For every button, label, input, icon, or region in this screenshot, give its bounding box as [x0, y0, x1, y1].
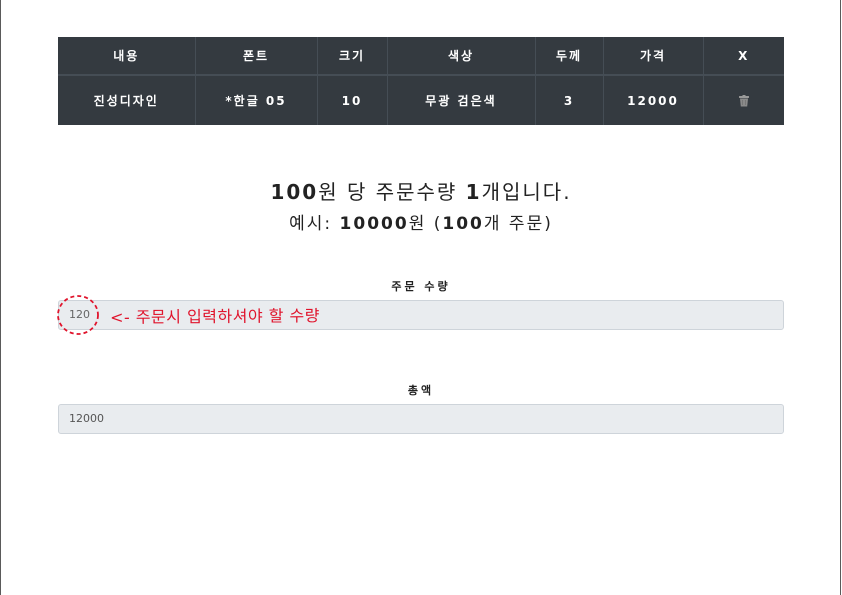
trash-icon[interactable] — [738, 95, 749, 107]
table-header-row: 내용 폰트 크기 색상 두께 가격 X — [58, 37, 784, 76]
annotation-note: <- 주문시 입력하셔야 할 수량 — [109, 306, 321, 327]
pricing-example-line: 예시: 10000원 (100개 주문) — [289, 214, 553, 234]
quantity-label: 주문 수량 — [391, 280, 451, 293]
header-size: 크기 — [316, 37, 387, 76]
cell-price: 12000 — [602, 75, 703, 125]
cell-content: 진성디자인 — [93, 94, 159, 108]
total-field[interactable]: 12000 — [58, 404, 784, 434]
header-font: 폰트 — [194, 37, 317, 76]
table-row: 진성디자인 *한글 05 10 무광 검은색 3 12000 — [58, 75, 784, 125]
frame-left-border — [0, 0, 1, 595]
total-label: 총액 — [407, 384, 435, 397]
frame-right-border — [840, 0, 841, 595]
annotation-circle — [57, 295, 99, 335]
header-thickness: 두께 — [534, 37, 603, 76]
cell-size: 10 — [316, 75, 387, 125]
order-table: 내용 폰트 크기 색상 두께 가격 X 진성디자인 *한글 05 10 무광 검… — [58, 37, 784, 125]
cell-delete — [702, 75, 784, 125]
header-color: 색상 — [386, 37, 535, 76]
cell-thickness: 3 — [534, 75, 603, 125]
pricing-info-line: 100원 당 주문수량 1개입니다. — [270, 180, 572, 204]
header-delete: X — [702, 37, 784, 76]
cell-font: *한글 05 — [194, 75, 317, 125]
header-content: 내용 — [58, 37, 195, 76]
header-price: 가격 — [602, 37, 703, 76]
cell-color: 무광 검은색 — [386, 75, 535, 125]
